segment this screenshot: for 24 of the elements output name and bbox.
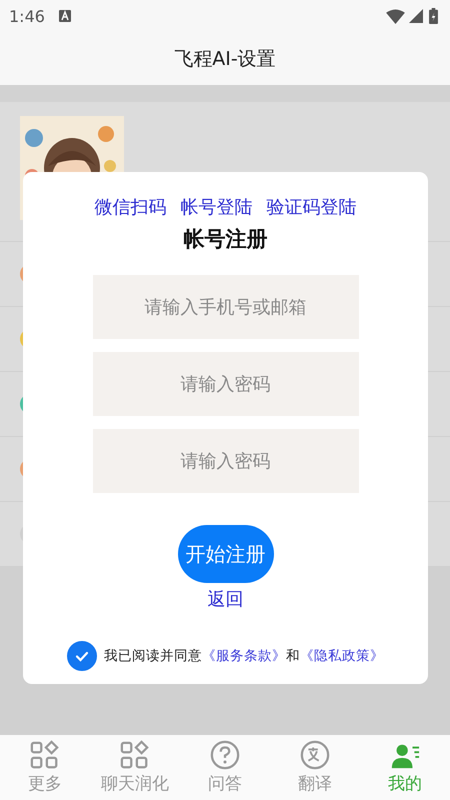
- input-field[interactable]: 请输入密码: [92, 352, 358, 416]
- input-field[interactable]: 请输入手机号或邮箱: [92, 275, 358, 339]
- privacy-link[interactable]: 《隐私政策》: [300, 647, 384, 665]
- status-time: 1:46: [9, 6, 45, 26]
- register-button[interactable]: 开始注册: [178, 525, 274, 583]
- grid-icon: [120, 740, 150, 770]
- battery-icon: [429, 8, 438, 24]
- agreement-text: 我已阅读并同意: [104, 647, 202, 665]
- input-field[interactable]: 请输入密码: [92, 429, 358, 493]
- wifi-icon: [386, 8, 405, 24]
- agreement-text: 和: [286, 647, 300, 665]
- help-icon: [210, 740, 240, 770]
- login-option-link[interactable]: 验证码登陆: [266, 195, 356, 219]
- agree-checkbox[interactable]: [67, 641, 97, 671]
- back-link[interactable]: 返回: [208, 587, 244, 611]
- terms-link[interactable]: 《服务条款》: [202, 647, 286, 665]
- login-option-link[interactable]: 微信扫码: [94, 195, 166, 219]
- dialog-title: 帐号注册: [184, 226, 268, 253]
- notification-icon: [58, 10, 71, 22]
- translate-icon: [300, 740, 330, 770]
- signal-icon: [409, 9, 423, 23]
- login-option-link[interactable]: 帐号登陆: [180, 195, 252, 219]
- page-title: 飞程AI-设置: [174, 46, 276, 72]
- grid-icon: [30, 740, 60, 770]
